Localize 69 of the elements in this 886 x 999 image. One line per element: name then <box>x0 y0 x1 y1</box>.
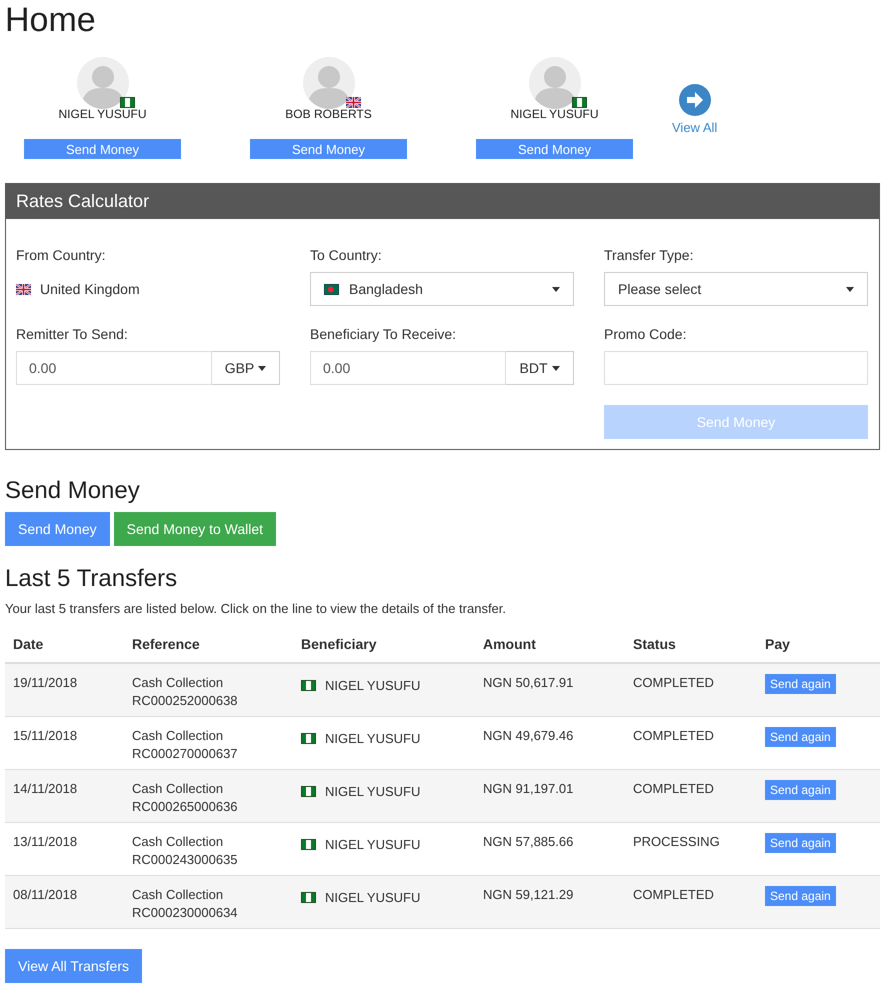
send-money-button[interactable]: Send Money <box>250 139 407 159</box>
bangladesh-flag-icon <box>324 284 339 294</box>
nigeria-flag-icon <box>301 892 316 903</box>
reference-cell: Cash Collection RC000265000636 <box>124 770 293 823</box>
reference-cell: Cash Collection RC000230000634 <box>124 876 293 929</box>
status-cell: COMPLETED <box>625 664 757 717</box>
avatar-icon <box>302 57 354 109</box>
amount-cell: NGN 91,197.01 <box>475 770 625 823</box>
amount-cell: NGN 59,121.29 <box>475 876 625 929</box>
field-label: To Country: <box>310 247 383 264</box>
beneficiary-cell: NIGEL YUSUFU <box>325 677 420 695</box>
panel-title: Rates Calculator <box>6 184 879 219</box>
nigeria-flag-icon <box>301 839 316 850</box>
reference-cell: Cash Collection RC000252000638 <box>124 664 293 717</box>
send-again-button[interactable]: Send again <box>765 674 836 694</box>
field-label: Promo Code: <box>604 326 688 343</box>
uk-flag-icon <box>346 97 360 108</box>
avatar-icon <box>528 57 580 109</box>
caret-icon <box>552 366 560 370</box>
send-again-button[interactable]: Send again <box>765 727 836 747</box>
nigeria-flag-icon <box>120 97 134 108</box>
caret-icon <box>552 286 560 292</box>
intro-text: Your last 5 transfers are listed below. Click on the line to view the details of the transfer. <box>5 601 508 616</box>
send-money-button[interactable]: Send Money <box>476 139 633 159</box>
amount-cell: NGN 50,617.91 <box>475 664 625 717</box>
beneficiary-name: NIGEL YUSUFU <box>510 107 599 121</box>
nigeria-flag-icon <box>572 97 586 108</box>
transfer-type-select[interactable]: Please select <box>604 272 868 306</box>
currency-dropdown[interactable]: BDT <box>506 351 574 385</box>
field-label: Transfer Type: <box>604 247 694 264</box>
date-cell: 08/11/2018 <box>5 876 124 929</box>
status-cell: COMPLETED <box>625 876 757 929</box>
send-money-button[interactable]: Send Money <box>24 139 181 159</box>
country-value: United Kingdom <box>40 281 140 297</box>
beneficiary-cell: NIGEL YUSUFU <box>325 730 420 748</box>
beneficiary-name: BOB ROBERTS <box>285 107 372 121</box>
page-title: Home <box>5 0 97 40</box>
field-label: From Country: <box>16 247 106 264</box>
nigeria-flag-icon <box>301 786 316 797</box>
beneficiary-cell: NIGEL YUSUFU <box>325 889 420 907</box>
beneficiary-cell: NIGEL YUSUFU <box>325 836 420 854</box>
caret-icon <box>846 286 854 292</box>
currency-dropdown[interactable]: GBP <box>212 351 280 385</box>
beneficiary-name: NIGEL YUSUFU <box>58 107 147 121</box>
view-all-transfers-button[interactable]: View All Transfers <box>5 949 142 983</box>
date-cell: 19/11/2018 <box>5 664 124 717</box>
status-cell: COMPLETED <box>625 770 757 823</box>
view-all-link[interactable]: View All <box>672 120 718 135</box>
section-heading: Last 5 Transfers <box>5 565 178 593</box>
country-select[interactable]: Bangladesh <box>310 272 574 306</box>
nigeria-flag-icon <box>301 680 316 691</box>
field-label: Remitter To Send: <box>16 326 129 343</box>
send-to-wallet-button[interactable]: Send Money to Wallet <box>114 512 276 546</box>
send-again-button[interactable]: Send again <box>765 886 836 906</box>
section-heading: Send Money <box>5 477 141 505</box>
beneficiary-cell: NIGEL YUSUFU <box>325 783 420 801</box>
nigeria-flag-icon <box>301 733 316 744</box>
uk-flag-icon <box>16 284 31 294</box>
promo-code-field[interactable] <box>604 351 868 385</box>
amount-input-field[interactable]: 0.00 <box>310 351 506 385</box>
arrow-right-icon[interactable] <box>678 84 711 116</box>
caret-icon <box>258 366 266 370</box>
avatar-icon <box>76 57 128 109</box>
field-label: Beneficiary To Receive: <box>310 326 458 343</box>
send-again-button[interactable]: Send again <box>765 780 836 800</box>
amount-input-field[interactable]: 0.00 <box>16 351 212 385</box>
date-cell: 14/11/2018 <box>5 770 124 823</box>
send-money-button[interactable]: Send Money <box>5 512 110 546</box>
send-again-button[interactable]: Send again <box>765 833 836 853</box>
